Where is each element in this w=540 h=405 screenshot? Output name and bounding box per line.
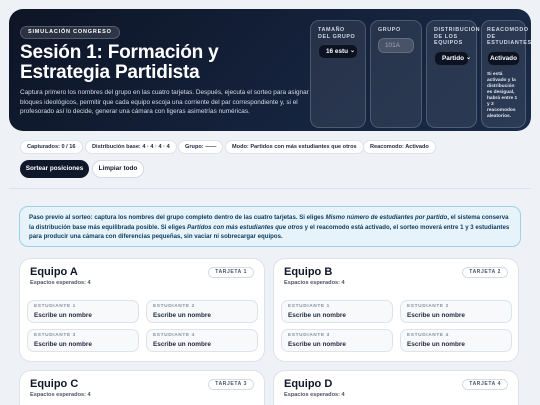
info-text-1: Paso previo al sorteo: captura los nombr… xyxy=(29,214,326,221)
draw-positions-button[interactable]: Sortear posiciones xyxy=(20,160,89,178)
info-emphasis-2: Partidos con más estudiantes que otros xyxy=(187,223,303,231)
student-placeholder: Escribe un nombre xyxy=(34,312,92,319)
team-card-c: Equipo C Espacios esperados: 4 Tarjeta 3 xyxy=(19,370,265,405)
team-expected: Espacios esperados: 4 xyxy=(30,280,91,286)
chevron-down-icon: ⌄ xyxy=(350,48,356,54)
clear-all-button[interactable]: Limpiar todo xyxy=(92,160,144,178)
status-reshuffle: Reacomodo: Activado xyxy=(363,140,436,154)
team-name: Equipo D xyxy=(284,378,333,390)
info-emphasis-1: Mismo número de estudiantes por partido xyxy=(325,214,448,221)
student-label: Estudiante 2 xyxy=(153,304,195,309)
distribution-label: Distribución de los equipos xyxy=(434,27,481,46)
group-input[interactable]: 101A xyxy=(378,37,414,53)
distribution-panel: Distribución de los equipos Partido ⌄ xyxy=(426,20,481,128)
student-label: Estudiante 1 xyxy=(288,304,330,309)
chevron-down-icon: ⌄ xyxy=(466,54,472,61)
student-input[interactable]: Estudiante 2 Escribe un nombre xyxy=(146,300,258,323)
reshuffle-label: Reacomodo de estudiantes xyxy=(487,27,531,46)
student-label: Estudiante 3 xyxy=(288,333,330,338)
team-expected: Espacios esperados: 4 xyxy=(284,392,345,398)
team-name: Equipo C xyxy=(30,378,79,390)
student-input[interactable]: Estudiante 3 Escribe un nombre xyxy=(27,329,139,352)
student-placeholder: Escribe un nombre xyxy=(153,312,211,319)
page-title: Sesión 1: Formación y Estrategia Partidi… xyxy=(20,42,219,83)
distribution-select[interactable]: Partido ⌄ xyxy=(434,50,472,66)
student-label: Estudiante 4 xyxy=(407,333,449,338)
reshuffle-panel: Reacomodo de estudiantes Activado Si est… xyxy=(481,20,531,128)
team-card-d: Equipo D Espacios esperados: 4 Tarjeta 4 xyxy=(273,370,519,405)
team-name: Equipo A xyxy=(30,266,78,278)
student-label: Estudiante 3 xyxy=(34,333,76,338)
reshuffle-toggle[interactable]: Activado xyxy=(487,50,520,66)
team-tag: Tarjeta 3 xyxy=(208,379,254,390)
student-label: Estudiante 4 xyxy=(153,333,195,338)
student-placeholder: Escribe un nombre xyxy=(153,341,211,348)
team-expected: Espacios esperados: 4 xyxy=(30,392,91,398)
student-placeholder: Escribe un nombre xyxy=(34,341,92,348)
group-panel: Grupo 101A xyxy=(370,20,422,128)
page-description: Captura primero los nombres del grupo en… xyxy=(20,89,309,115)
section-divider xyxy=(9,188,531,189)
student-placeholder: Escribe un nombre xyxy=(407,312,465,319)
team-tag: Tarjeta 2 xyxy=(462,267,508,278)
team-tag: Tarjeta 1 xyxy=(208,267,254,278)
simulation-badge: Simulación congreso xyxy=(20,26,120,39)
student-input[interactable]: Estudiante 2 Escribe un nombre xyxy=(400,300,512,323)
team-card-b: Equipo B Espacios esperados: 4 Tarjeta 2… xyxy=(273,258,519,362)
group-size-value: 16 estu xyxy=(326,48,349,55)
distribution-value: Partido xyxy=(442,54,465,62)
status-base-distribution: Distribución base: 4 · 4 · 4 · 4 xyxy=(85,140,177,154)
student-input[interactable]: Estudiante 1 Escribe un nombre xyxy=(281,300,393,323)
student-placeholder: Escribe un nombre xyxy=(407,341,465,348)
student-label: Estudiante 2 xyxy=(407,304,449,309)
student-input[interactable]: Estudiante 3 Escribe un nombre xyxy=(281,329,393,352)
student-label: Estudiante 1 xyxy=(34,304,76,309)
team-name: Equipo B xyxy=(284,266,333,278)
group-label: Grupo xyxy=(378,27,401,33)
status-mode: Modo: Partidos con más estudiantes que o… xyxy=(225,140,364,154)
student-input[interactable]: Estudiante 1 Escribe un nombre xyxy=(27,300,139,323)
team-card-a: Equipo A Espacios esperados: 4 Tarjeta 1… xyxy=(19,258,265,362)
status-captured: Capturados: 0 / 16 xyxy=(20,140,83,154)
group-size-panel: Tamaño del grupo 16 estu ⌄ xyxy=(310,20,366,128)
group-size-select[interactable]: 16 estu ⌄ xyxy=(318,44,358,59)
hero-header: Simulación congreso Sesión 1: Formación … xyxy=(9,9,531,131)
student-placeholder: Escribe un nombre xyxy=(288,341,346,348)
student-placeholder: Escribe un nombre xyxy=(288,312,346,319)
group-size-label: Tamaño del grupo xyxy=(318,27,356,40)
reshuffle-note: Si está activado y la distribución es de… xyxy=(487,71,518,119)
team-tag: Tarjeta 4 xyxy=(462,379,508,390)
team-expected: Espacios esperados: 4 xyxy=(284,280,345,286)
info-box: Paso previo al sorteo: captura los nombr… xyxy=(19,206,521,247)
student-input[interactable]: Estudiante 4 Escribe un nombre xyxy=(146,329,258,352)
student-input[interactable]: Estudiante 4 Escribe un nombre xyxy=(400,329,512,352)
status-group: Grupo: —— xyxy=(178,140,224,154)
